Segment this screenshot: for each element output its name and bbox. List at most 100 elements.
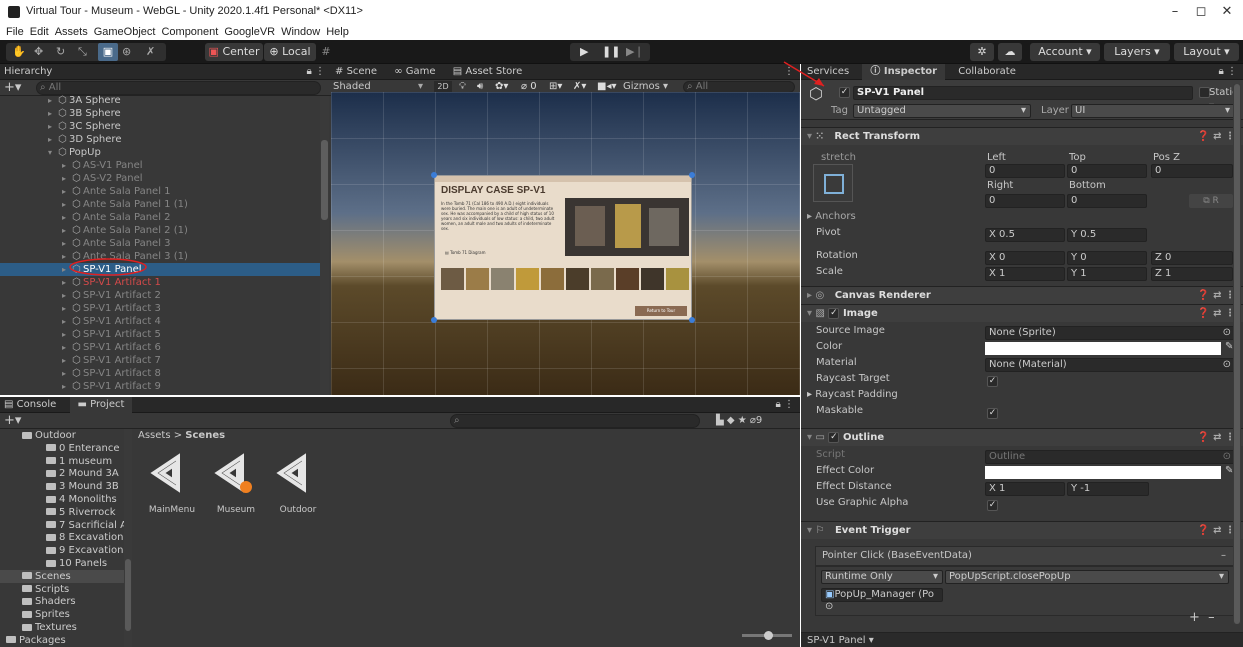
source-image-field[interactable]: None (Sprite) ⊙ [985,326,1235,340]
scene-asset-outdoor[interactable]: Outdoor [268,451,328,521]
return-to-tour-button[interactable]: Return to Tour [635,306,687,316]
project-folder[interactable]: 4 Monoliths [0,493,124,506]
rotation-z-input[interactable]: Z 0 [1151,251,1233,265]
hierarchy-item[interactable]: ▸ ⬡ Ante Sala Panel 3 [0,237,322,250]
raycast-padding-foldout[interactable]: ▸ Raycast Padding [807,389,898,400]
bottom-input[interactable]: 0 [1067,194,1147,208]
tab-services[interactable]: Services [807,66,849,77]
cloud-icon[interactable]: ☁ [998,43,1022,61]
hierarchy-scrollbar[interactable] [320,96,329,395]
component-menu-icon[interactable]: ❓ ⇄ ⋮ [1197,128,1235,146]
artifact-thumbnail[interactable] [491,268,514,290]
menu-gameobject[interactable]: GameObject [94,24,156,40]
tab-console[interactable]: ▤ Console [4,399,56,410]
project-folder[interactable]: 9 Excavation [0,544,124,557]
maskable-checkbox[interactable]: ✓ [987,408,998,419]
effect-distance-y-input[interactable]: Y -1 [1067,482,1149,496]
foldout-arrow-icon[interactable]: ▸ [62,302,72,315]
foldout-arrow-icon[interactable]: ▸ [62,159,72,172]
outline-enabled-checkbox[interactable]: ✓ [828,431,840,443]
foldout-arrow-icon[interactable]: ▸ [62,367,72,380]
foldout-arrow-icon[interactable]: ▸ [62,315,72,328]
foldout-arrow-icon[interactable]: ▸ [62,237,72,250]
posz-input[interactable]: 0 [1151,164,1233,178]
rotation-y-input[interactable]: Y 0 [1067,251,1147,265]
tab-game[interactable]: ∞ Game [394,66,435,77]
scene-asset-museum[interactable]: Museum [206,451,266,521]
rect-transform-header[interactable]: ▾ ⁙ Rect Transform ❓ ⇄ ⋮ [801,127,1243,145]
foldout-arrow-icon[interactable]: ▸ [62,276,72,289]
foldout-arrow-icon[interactable]: ▸ [48,120,58,133]
runtime-dropdown[interactable]: Runtime Only ▾ [821,570,943,584]
move-tool-icon[interactable]: ✥ [34,43,43,61]
play-button[interactable]: ▶ [580,43,588,61]
project-folder[interactable]: Textures [0,621,124,634]
hierarchy-item[interactable]: ▸ ⬡ SP-V1 Artifact 9 [0,380,322,393]
menu-edit[interactable]: Edit [30,24,49,40]
foldout-arrow-icon[interactable]: ▸ [62,380,72,393]
hierarchy-item[interactable]: ▸ ⬡ AS-V1 Panel [0,159,322,172]
hierarchy-item[interactable]: ▸ ⬡ SP-V1 Artifact 6 [0,341,322,354]
scale-z-input[interactable]: Z 1 [1151,267,1233,281]
right-input[interactable]: 0 [985,194,1065,208]
artifact-thumbnail[interactable] [541,268,564,290]
menu-googlevr[interactable]: GoogleVR [224,24,275,40]
foldout-arrow-icon[interactable]: ▸ [62,172,72,185]
event-menu-icon[interactable]: ❓ ⇄ ⋮ [1197,522,1235,540]
tab-scene[interactable]: # Scene [335,66,377,77]
foldout-arrow-icon[interactable]: ▾ [48,146,58,159]
inspector-preview-bar[interactable]: SP-V1 Panel ▾ [801,632,1243,647]
grid-snap-icon[interactable]: # [318,43,334,61]
foldout-arrow-icon[interactable]: ▸ [62,354,72,367]
folder-tree-scrollbar[interactable] [124,429,132,647]
tab-asset-store[interactable]: ▤ Asset Store [453,66,523,77]
foldout-arrow-icon[interactable]: ▸ [48,94,58,107]
project-folder[interactable]: 10 Panels [0,557,124,570]
hierarchy-item[interactable]: ▸ ⬡ SP-V1 Artifact 2 [0,289,322,302]
project-lock-icon[interactable]: 🔒︎ ⋮ [776,397,795,413]
hierarchy-item[interactable]: ▸ ⬡ 3C Sphere [0,120,322,133]
artifact-thumbnail[interactable] [566,268,589,290]
artifact-thumbnail[interactable] [591,268,614,290]
foldout-arrow-icon[interactable]: ▸ [62,263,72,276]
inspector-scrollbar[interactable] [1233,84,1241,624]
artifact-thumbnail[interactable] [616,268,639,290]
outline-menu-icon[interactable]: ❓ ⇄ ⋮ [1197,429,1235,447]
project-folder[interactable]: 8 Excavation [0,531,124,544]
foldout-arrow-icon[interactable]: ▸ [62,185,72,198]
hierarchy-tab[interactable]: Hierarchy [4,66,52,77]
hierarchy-item[interactable]: ▸ ⬡ SP-V1 Artifact 8 [0,367,322,380]
top-input[interactable]: 0 [1067,164,1147,178]
left-input[interactable]: 0 [985,164,1065,178]
remove-event-button[interactable]: – [1221,547,1226,565]
scale-x-input[interactable]: X 1 [985,267,1065,281]
scene-menu-icon[interactable]: ⋮ [784,64,794,80]
folder-tree-scroll-thumb[interactable] [125,559,131,631]
use-graphic-alpha-checkbox[interactable]: ✓ [987,500,998,511]
material-field[interactable]: None (Material) ⊙ [985,358,1235,372]
display-case-popup[interactable]: DISPLAY CASE SP-V1 In the Tomb 71 (Cal 1… [434,175,692,320]
object-picker-icon[interactable]: ⊙ [1223,327,1231,339]
artifact-thumbnail[interactable] [441,268,464,290]
hierarchy-search-input[interactable]: ⌕ All [36,81,321,95]
artifact-thumbnail[interactable] [641,268,664,290]
project-folder[interactable]: Sprites [0,608,124,621]
hierarchy-item[interactable]: ▸ ⬡ SP-V1 Artifact 5 [0,328,322,341]
corner-handle-br[interactable] [689,317,695,323]
tab-project[interactable]: ▬ Project [69,397,133,413]
layers-dropdown[interactable]: Layers ▾ [1104,43,1170,61]
raycast-target-checkbox[interactable]: ✓ [987,376,998,387]
inspector-lock-icon[interactable]: 🔒︎ ⋮ [1219,64,1238,80]
step-button[interactable]: ▶❘ [626,43,644,61]
collab-icon[interactable]: ✲ [970,43,994,61]
image-menu-icon[interactable]: ❓ ⇄ ⋮ [1197,305,1235,323]
anchors-foldout[interactable]: ▸ Anchors [807,211,856,222]
project-folder[interactable]: Packages [0,634,124,647]
breadcrumb-scenes[interactable]: Scenes [185,430,225,441]
hierarchy-item[interactable]: ▸ ⬡ 3B Sphere [0,107,322,120]
scene-viewport[interactable]: DISPLAY CASE SP-V1 In the Tomb 71 (Cal 1… [331,92,800,395]
canvas-renderer-header[interactable]: ▸ ◎ Canvas Renderer ❓ ⇄ ⋮ [801,286,1243,304]
menu-window[interactable]: Window [281,24,320,40]
project-folder[interactable]: 5 Riverrock [0,506,124,519]
pivot-center-toggle[interactable]: ▣ Center [205,43,263,61]
